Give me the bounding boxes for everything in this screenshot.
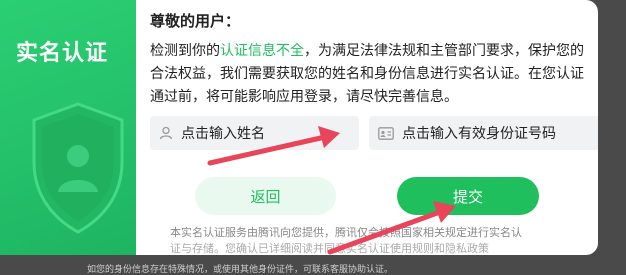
id-input-placeholder: 点击输入有效身份证号码 xyxy=(402,126,556,142)
notice-line2: 证与存储。您确认已详细阅读并同意实名认证使用规则和隐私政策 xyxy=(170,242,489,255)
id-number-input[interactable]: 点击输入有效身份证号码 xyxy=(369,116,598,150)
notice-line1: 本实名认证服务由腾讯向您提供，腾讯仅会按照国家相关规定进行实名认 xyxy=(170,226,522,239)
real-name-auth-dialog: 实名认证 尊敬的用户： 检测到你的认证信息不全，为满足法律法规和主管部门要求，保… xyxy=(0,0,598,255)
submit-button[interactable]: 提交 xyxy=(397,177,539,215)
id-card-icon xyxy=(378,126,394,140)
description-part1: 检测到你的 xyxy=(150,43,220,59)
person-icon xyxy=(159,126,173,140)
shield-person-icon xyxy=(32,102,124,234)
greeting: 尊敬的用户： xyxy=(150,12,241,30)
name-input-placeholder: 点击输入姓名 xyxy=(181,126,265,142)
agree-check-circle-icon[interactable] xyxy=(17,239,28,250)
bottom-hint: 如您的身份信息存在特殊情况，或使用其他身份证件，可联系客服协助认证。 xyxy=(86,265,393,275)
name-input[interactable]: 点击输入姓名 xyxy=(150,116,359,150)
input-row: 点击输入姓名 点击输入有效身份证号码 xyxy=(150,116,598,150)
agreement-notice: 本实名认证服务由腾讯向您提供，腾讯仅会按照国家相关规定进行实名认 证与存储。您确… xyxy=(150,225,598,255)
back-button[interactable]: 返回 xyxy=(195,177,336,215)
description-highlight: 认证信息不全 xyxy=(220,43,304,59)
main-panel: 尊敬的用户： 检测到你的认证信息不全，为满足法律法规和主管部门要求，保护您的合法… xyxy=(136,0,598,255)
description: 检测到你的认证信息不全，为满足法律法规和主管部门要求，保护您的合法权益，我们需要… xyxy=(150,40,590,109)
side-panel: 实名认证 xyxy=(0,0,136,255)
side-title: 实名认证 xyxy=(16,41,109,66)
